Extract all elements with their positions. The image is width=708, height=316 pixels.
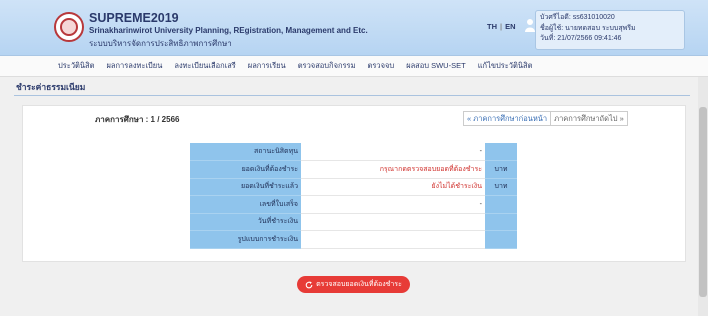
row-unit: [485, 195, 517, 214]
nav-graduation-check[interactable]: ตรวจจบ: [368, 60, 395, 72]
check-amount-button[interactable]: ตรวจสอบยอดเงินที่ต้องชำระ: [297, 276, 410, 293]
payment-date-label: วันที่ชำระเงิน: [190, 213, 301, 231]
user-icon[interactable]: [525, 18, 535, 32]
language-switch: TH | EN: [487, 22, 516, 31]
table-row: วันที่ชำระเงิน: [190, 213, 517, 231]
prev-term-button[interactable]: « ภาคการศึกษาก่อนหน้า: [463, 111, 552, 126]
login-date: วันที่: 21/07/2566 09:41:46: [540, 35, 622, 42]
nav-activities[interactable]: ตรวจสอบกิจกรรม: [298, 60, 356, 72]
refresh-icon: [305, 280, 313, 288]
row-unit: [485, 143, 517, 161]
amount-paid-label: ยอดเงินที่ชำระแล้ว: [190, 178, 301, 196]
title-divider: [14, 95, 690, 96]
page-title: ชำระค่าธรรมเนียม: [16, 82, 86, 92]
nav-free-elective[interactable]: ลงทะเบียนเลือกเสรี: [174, 60, 235, 72]
amount-due-value: กรุณากดตรวจสอบยอดที่ต้องชำระ: [301, 160, 485, 179]
app-name: SUPREME2019: [89, 11, 179, 25]
nav-swu-set[interactable]: ผลสอบ SWU-SET: [406, 60, 466, 72]
row-unit: [485, 213, 517, 231]
scrollbar-thumb[interactable]: [699, 107, 707, 297]
amount-due-unit: บาท: [485, 160, 517, 179]
nav-edit-profile[interactable]: แก้ไขประวัตินิสิต: [478, 60, 533, 72]
app-thai-subtitle: ระบบบริหารจัดการประสิทธิภาพการศึกษา: [89, 39, 232, 48]
user-info-box: บัวศรีไอดี: ss631010020 ชื่อผู้ใช้: นายท…: [535, 10, 685, 50]
next-term-button[interactable]: ภาคการศึกษาถัดไป »: [551, 111, 628, 126]
amount-paid-value: ยังไม่ได้ชำระเงิน: [301, 178, 485, 196]
scholarship-status-value: -: [301, 143, 485, 161]
main-nav: ประวัตินิสิต ผลการลงทะเบียน ลงทะเบียนเลื…: [0, 56, 708, 77]
nav-registration-result[interactable]: ผลการลงทะเบียน: [106, 60, 162, 72]
header: SUPREME2019 Srinakharinwirot University …: [0, 0, 708, 56]
scholarship-status-label: สถานะนิสิตทุน: [190, 143, 301, 161]
fee-table: สถานะนิสิตทุน - ยอดเงินที่ต้องชำระ กรุณา…: [190, 143, 517, 249]
table-row: เลขที่ใบเสร็จ -: [190, 195, 517, 214]
table-row: ยอดเงินที่ต้องชำระ กรุณากดตรวจสอบยอดที่ต…: [190, 160, 517, 179]
user-name: ชื่อผู้ใช้: นายทดสอบ ระบบสุพรีม: [540, 24, 636, 32]
payment-method-value: [301, 230, 485, 249]
lang-th-link[interactable]: TH: [487, 22, 497, 31]
amount-paid-unit: บาท: [485, 178, 517, 196]
nav-grades[interactable]: ผลการเรียน: [248, 60, 286, 72]
table-row: ยอดเงินที่ชำระแล้ว ยังไม่ได้ชำระเงิน บาท: [190, 178, 517, 196]
table-row: สถานะนิสิตทุน -: [190, 143, 517, 161]
receipt-number-value: -: [301, 195, 485, 214]
user-id: บัวศรีไอดี: ss631010020: [540, 14, 615, 21]
lang-en-link[interactable]: EN: [505, 22, 515, 31]
amount-due-label: ยอดเงินที่ต้องชำระ: [190, 160, 301, 179]
term-pager: « ภาคการศึกษาก่อนหน้า ภาคการศึกษาถัดไป »: [463, 111, 628, 126]
page-scrollbar[interactable]: [698, 77, 708, 316]
lang-separator: |: [500, 22, 503, 31]
payment-method-label: รูปแบบการชำระเงิน: [190, 230, 301, 249]
row-unit: [485, 230, 517, 249]
receipt-number-label: เลขที่ใบเสร็จ: [190, 195, 301, 214]
check-amount-label: ตรวจสอบยอดเงินที่ต้องชำระ: [316, 281, 402, 288]
term-label: ภาคการศึกษา : 1 / 2566: [95, 115, 180, 124]
app-subtitle: Srinakharinwirot University Planning, RE…: [89, 26, 368, 35]
payment-date-value: [301, 213, 485, 231]
table-row: รูปแบบการชำระเงิน: [190, 230, 517, 249]
nav-student-profile[interactable]: ประวัตินิสิต: [58, 60, 94, 72]
university-logo: [54, 12, 84, 42]
